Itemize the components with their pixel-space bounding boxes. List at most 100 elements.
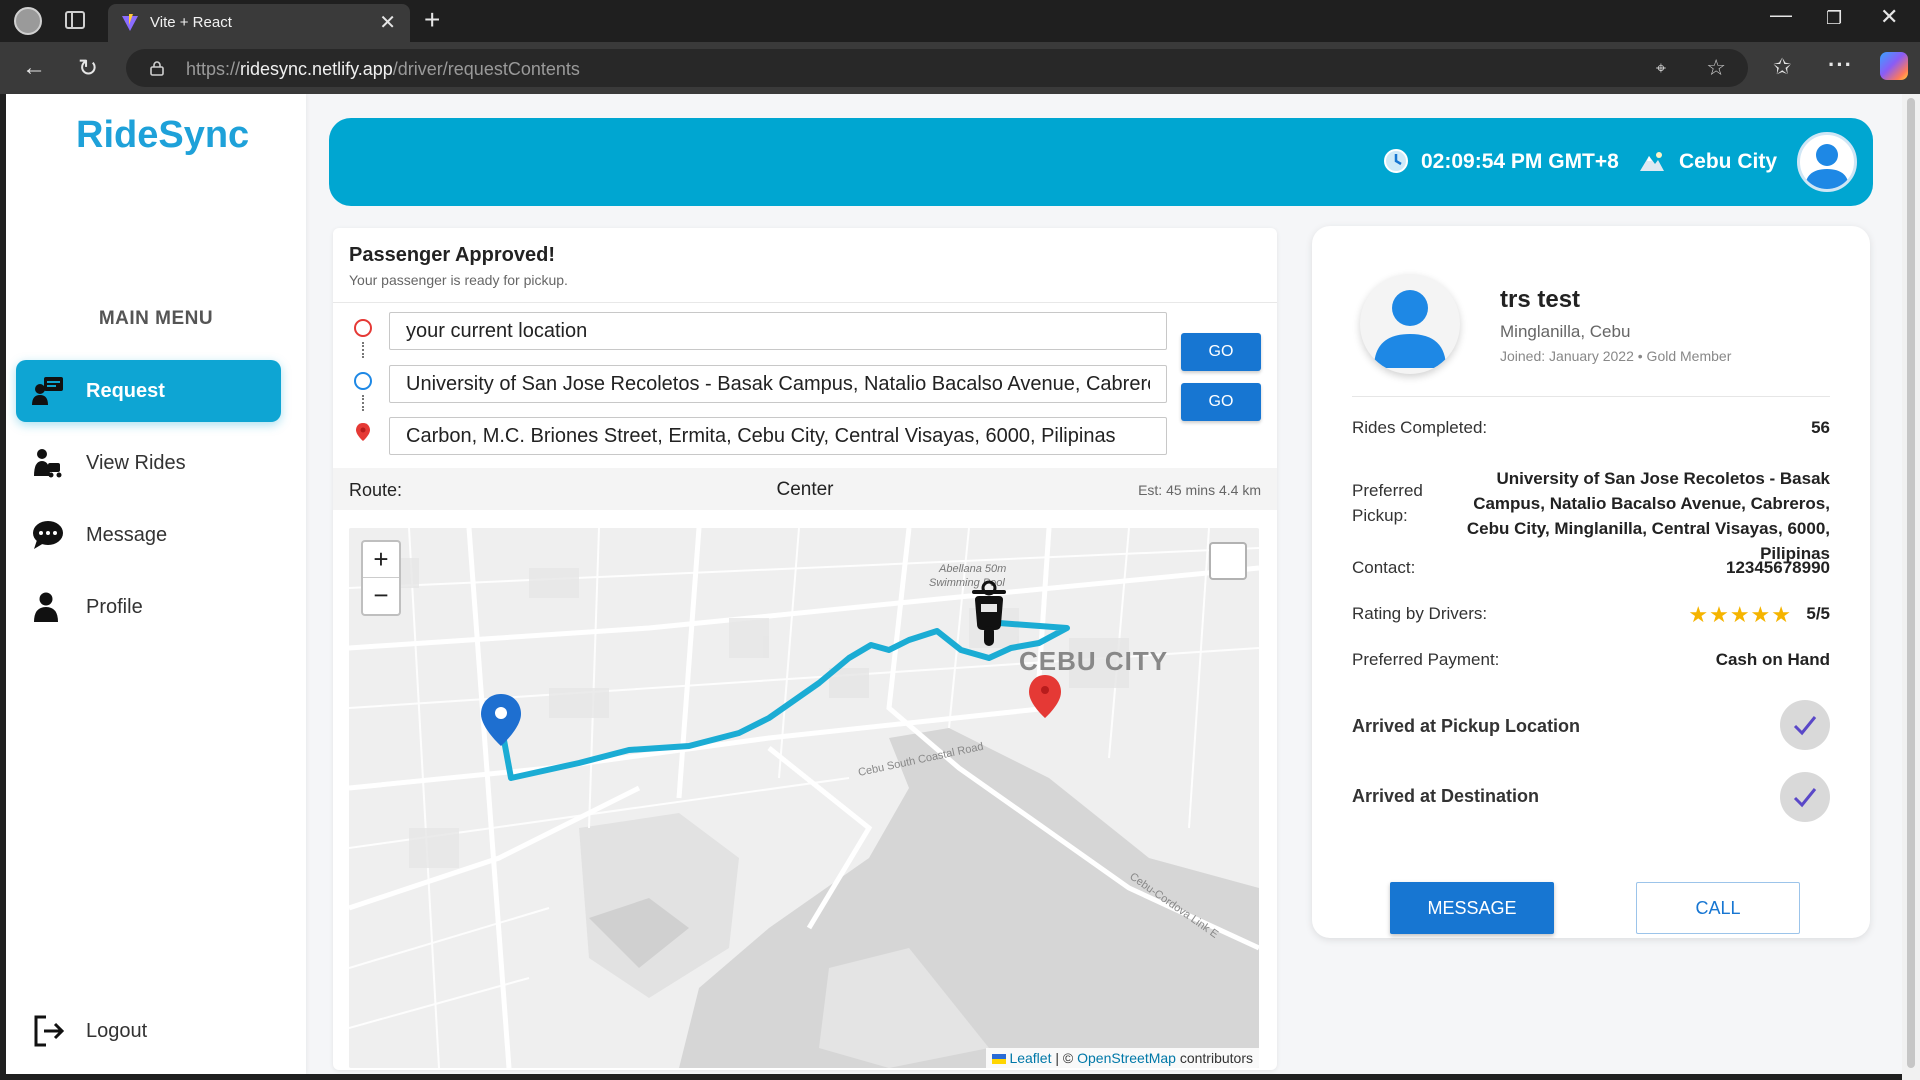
top-header: 02:09:54 PM GMT+8 Cebu City [329, 118, 1873, 206]
attribution-separator: | © [1051, 1050, 1078, 1066]
status-subtitle: Your passenger is ready for pickup. [349, 272, 568, 288]
app-page: RideSync MAIN MENU Request View Rides Me… [6, 94, 1902, 1074]
route-estimate: Est: 45 mins 4.4 km [1138, 482, 1261, 498]
more-options-icon[interactable]: ··· [1828, 52, 1853, 78]
map-zoom-control: + − [361, 540, 401, 616]
logout-label: Logout [86, 1020, 148, 1042]
map-layer-checkbox[interactable] [1209, 542, 1247, 580]
checkmark-icon [1793, 716, 1817, 736]
favorites-icon[interactable]: ✩ [1773, 54, 1791, 80]
call-passenger-button[interactable]: CALL [1636, 882, 1800, 934]
address-bar-row: ← ↻ https://ridesync.netlify.app/driver/… [0, 42, 1920, 94]
vite-favicon-icon [122, 14, 138, 31]
tab-actions-icon[interactable] [65, 11, 85, 29]
passenger-person-icon [1374, 290, 1446, 368]
browser-tab[interactable]: Vite + React ✕ [108, 4, 410, 42]
tab-title: Vite + React [150, 14, 232, 31]
passenger-divider [1352, 396, 1830, 397]
copilot-icon[interactable] [1880, 52, 1908, 80]
arrived-destination-check-button[interactable] [1780, 772, 1830, 822]
message-passenger-button[interactable]: MESSAGE [1390, 882, 1554, 934]
zoom-out-button[interactable]: − [363, 578, 399, 614]
route-bar: Route: Center Est: 45 mins 4.4 km [333, 468, 1277, 510]
avatar-person-icon [1805, 144, 1849, 189]
url-path: /driver/requestContents [392, 59, 580, 79]
destination-pin-icon [356, 423, 370, 441]
sidebar-item-label: Profile [86, 596, 143, 618]
origin-circle-icon [354, 319, 372, 337]
destination-input[interactable] [389, 417, 1167, 455]
attribution-tail: contributors [1175, 1050, 1253, 1066]
page-scrollbar[interactable] [1902, 94, 1920, 1080]
status-title: Passenger Approved! [349, 244, 555, 266]
app-logo[interactable]: RideSync [76, 114, 249, 157]
url-field[interactable]: https://ridesync.netlify.app/driver/requ… [126, 49, 1748, 87]
back-icon[interactable]: ← [22, 54, 46, 82]
view-rides-icon [34, 449, 62, 478]
preferred-pickup-label: Preferred Pickup: [1352, 481, 1423, 525]
arrived-pickup-check-button[interactable] [1780, 700, 1830, 750]
request-icon [32, 377, 63, 405]
close-window-icon[interactable]: ✕ [1880, 4, 1898, 30]
route-dots [362, 395, 364, 411]
user-avatar[interactable] [1797, 132, 1857, 192]
openstreetmap-link[interactable]: OpenStreetMap [1077, 1050, 1176, 1066]
sidebar-item-view-rides[interactable]: View Rides [16, 432, 281, 494]
card-divider [333, 302, 1277, 303]
current-location-input[interactable] [389, 312, 1167, 350]
sidebar-item-profile[interactable]: Profile [16, 576, 281, 638]
profile-icon [34, 592, 58, 622]
favorite-star-icon[interactable]: ☆ [1706, 55, 1726, 81]
route-center-button[interactable]: Center [333, 479, 1277, 501]
rides-completed-value: 56 [1811, 418, 1830, 437]
location-permission-icon[interactable]: ⌖ [1656, 58, 1666, 79]
contact-value: 12345678990 [1725, 558, 1830, 577]
go-destination-button[interactable]: GO [1181, 383, 1261, 421]
payment-value: Cash on Hand [1715, 650, 1830, 669]
passenger-name: trs test [1500, 286, 1581, 313]
pickup-location-input[interactable] [389, 365, 1167, 403]
passenger-joined: Joined: January 2022 • Gold Member [1500, 348, 1732, 364]
sidebar-item-message[interactable]: Message [16, 504, 281, 566]
lock-icon[interactable] [150, 60, 164, 76]
rating-stars-icon: ★★★★★ [1688, 602, 1792, 627]
sidebar-item-label: View Rides [86, 452, 186, 474]
sidebar-item-label: Request [86, 380, 165, 402]
passenger-card: trs test Minglanilla, Cebu Joined: Janua… [1312, 226, 1870, 938]
map-label-pool: Abellana 50m [938, 563, 1006, 575]
browser-profile-icon[interactable] [14, 7, 42, 35]
sidebar-item-label: Message [86, 524, 168, 546]
reload-icon[interactable]: ↻ [78, 54, 98, 83]
ukraine-flag-icon [992, 1054, 1007, 1064]
clock-icon [1384, 149, 1408, 173]
url-host: ridesync.netlify.app [240, 59, 393, 79]
ride-request-card: Passenger Approved! Your passenger is re… [333, 228, 1277, 1070]
sidebar-item-request[interactable]: Request [16, 360, 281, 422]
pickup-circle-icon [354, 372, 372, 390]
payment-label: Preferred Payment: [1352, 650, 1500, 669]
browser-tab-bar: Vite + React ✕ + — ❐ ✕ [0, 0, 1920, 42]
restore-window-icon[interactable]: ❐ [1826, 8, 1842, 29]
checkmark-icon [1793, 788, 1817, 808]
minimize-window-icon[interactable]: — [1770, 2, 1792, 28]
new-tab-icon[interactable]: + [424, 4, 440, 36]
rides-completed-label: Rides Completed: [1352, 418, 1488, 437]
sidebar: RideSync MAIN MENU Request View Rides Me… [6, 94, 306, 1074]
url-scheme: https:// [186, 59, 241, 79]
zoom-in-button[interactable]: + [363, 542, 399, 578]
map-attribution: Leaflet | © OpenStreetMap contributors [986, 1048, 1259, 1068]
current-time: 02:09:54 PM GMT+8 [1421, 150, 1619, 173]
logout-icon [34, 1015, 65, 1047]
logout-button[interactable]: Logout [16, 1006, 281, 1056]
arrived-destination-label: Arrived at Destination [1352, 786, 1540, 806]
map-label-city: CEBU CITY [1019, 646, 1168, 676]
weather-mountain-icon [1640, 152, 1664, 171]
go-pickup-button[interactable]: GO [1181, 333, 1261, 371]
route-dots [362, 342, 364, 358]
leaflet-link[interactable]: Leaflet [1009, 1050, 1051, 1066]
tab-close-icon[interactable]: ✕ [379, 10, 396, 35]
route-map[interactable]: Abellana 50m Swimming Pool CEBU CITY Ceb… [349, 528, 1259, 1068]
contact-label: Contact: [1352, 558, 1416, 577]
map-tiles: Abellana 50m Swimming Pool CEBU CITY Ceb… [349, 528, 1259, 1068]
scrollbar-thumb[interactable] [1907, 98, 1915, 1068]
